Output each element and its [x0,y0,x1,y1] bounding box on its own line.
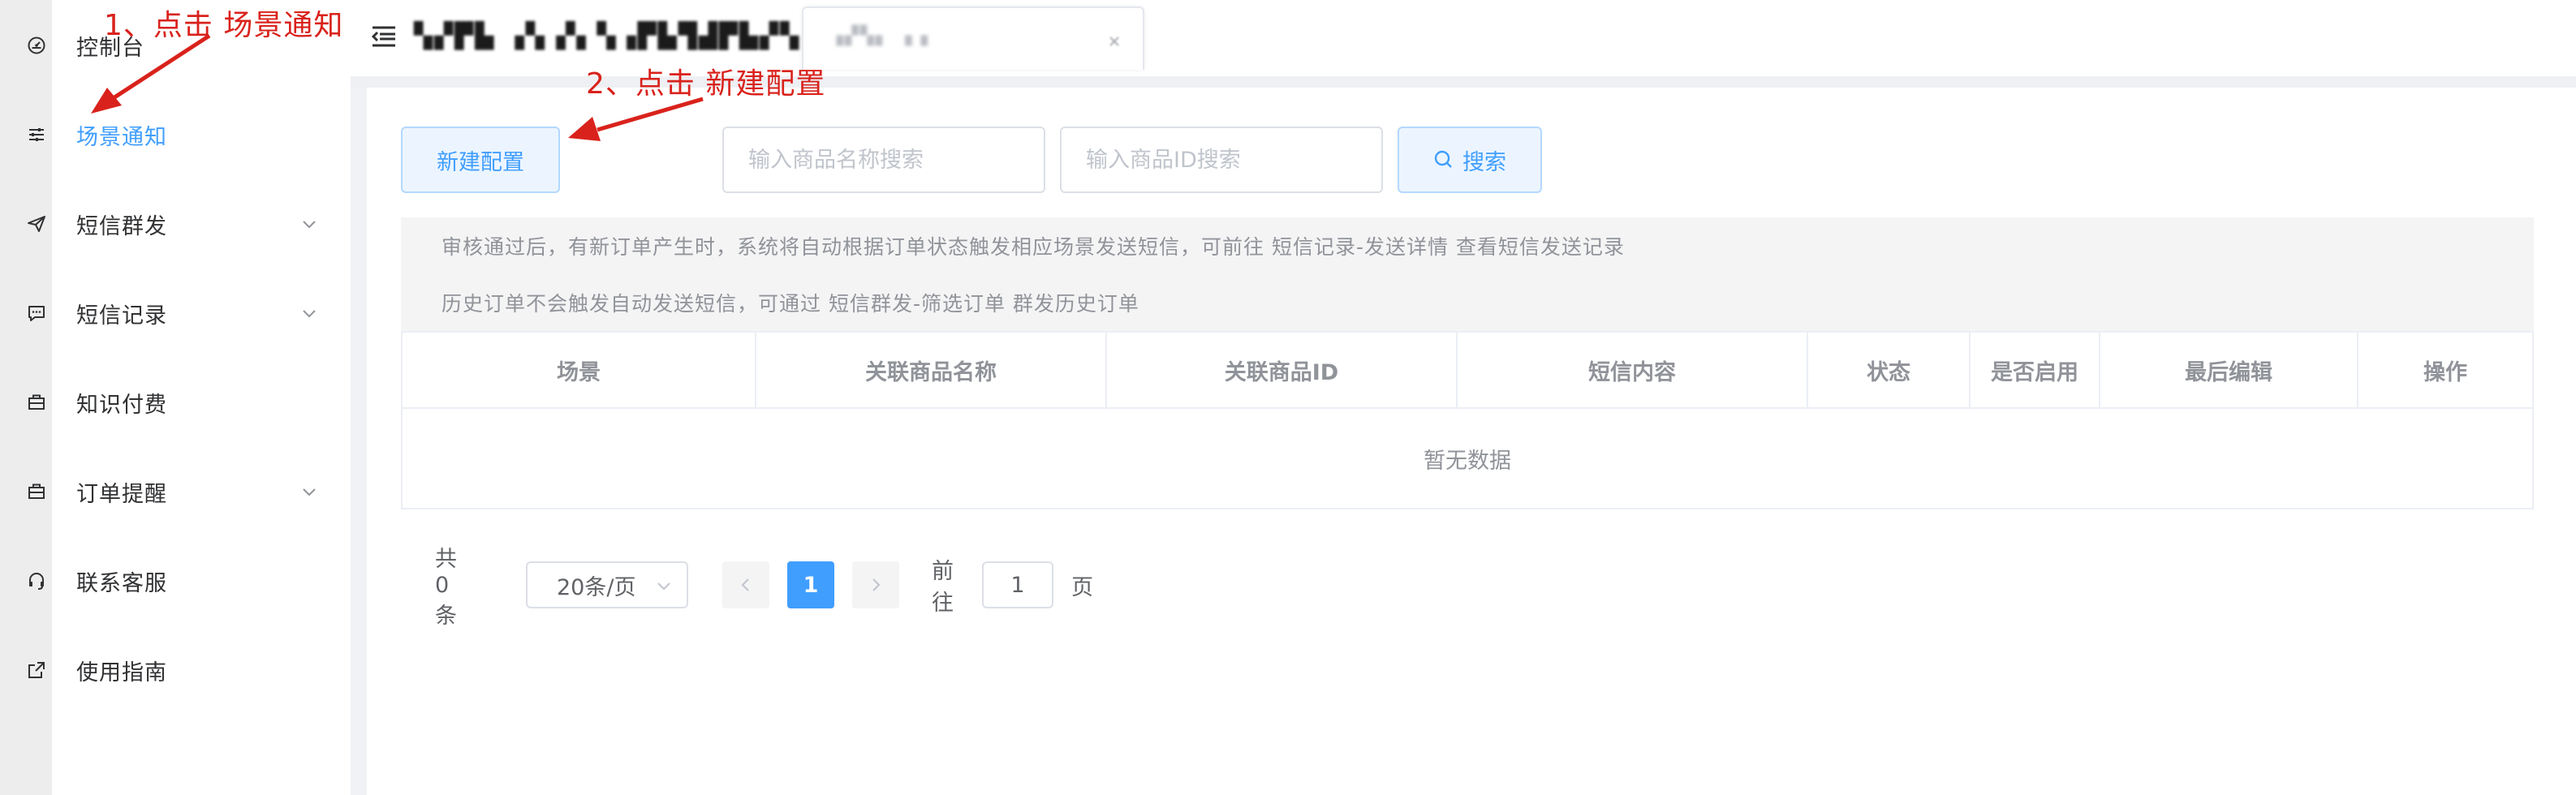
chevron-down-icon [657,582,670,591]
tab-redacted[interactable]: ▗▞▚▖ ▗ ▖ [802,6,1144,70]
sidebar-item-customer-service[interactable]: 联系客服 [29,548,351,613]
column-header: 关联商品ID [1107,333,1458,407]
goto-label: 前往 [932,559,954,616]
briefcase-icon [24,479,49,504]
external-link-icon [24,658,49,682]
notice-review-text: 审核通过后，有新订单产生时，系统将自动根据订单状态触发相应场景发送短信，可前往 … [401,217,2534,274]
next-page-button[interactable] [852,561,899,608]
sidebar-item-label: 使用指南 [76,660,167,685]
page-suffix-label: 页 [1071,574,1093,600]
page-number-current[interactable]: 1 [787,561,834,608]
annotation-step-1: 1、点击 场景通知 [104,9,344,42]
column-header: 短信内容 [1458,333,1808,407]
send-icon [24,212,49,236]
page-size-value: 20条/页 [557,574,636,600]
search-button-label: 搜索 [1462,149,1506,175]
menu-fold-icon[interactable] [370,23,398,50]
close-icon[interactable] [1109,36,1120,47]
column-header: 场景 [403,333,756,407]
column-header: 操作 [2423,359,2467,385]
chevron-down-icon [303,488,316,496]
search-button[interactable]: 搜索 [1398,127,1542,193]
sidebar-item-label: 订单提醒 [76,481,167,507]
product-name-search-input[interactable] [722,127,1045,193]
sidebar-item-label: 场景通知 [76,124,167,150]
sidebar-item-label: 联系客服 [76,570,167,596]
main-content: 新建配置 搜索 审核通过后，有新订单产生时，系统将自动根据订单状态触发相应场景发… [367,88,2576,795]
chevron-down-icon [303,221,316,229]
new-config-button[interactable]: 新建配置 [401,127,560,193]
pagination-total: 共 0 条 [435,546,457,629]
column-header: 关联商品名称 [756,333,1107,407]
prev-page-button[interactable] [722,561,769,608]
headset-icon [24,569,49,593]
sidebar-item-label: 短信群发 [76,213,167,239]
column-header: 状态 [1808,333,1971,407]
sidebar: 控制台 场景通知 短信群发 短信记录 知识付费 订单提醒 联系客服 使用指南 [28,0,351,795]
annotation-step-2: 2、点击 新建配置 [586,67,826,101]
sidebar-item-user-guide[interactable]: 使用指南 [28,638,351,703]
page-jump-input[interactable]: 1 [982,561,1053,608]
sidebar-item-label: 知识付费 [76,392,167,418]
notice-history-text: 历史订单不会触发自动发送短信，可通过 短信群发-筛选订单 群发历史订单 [401,274,2534,331]
sidebar-item-paid-knowledge[interactable]: 知识付费 [28,370,351,435]
chevron-right-icon [872,578,881,591]
message-icon [24,301,49,325]
page-size-select[interactable]: 20条/页 [526,561,688,608]
app-window: 控制台 场景通知 短信群发 短信记录 知识付费 订单提醒 联系客服 使用指南 ▚… [0,0,2576,795]
briefcase-icon [24,390,49,415]
column-header: 是否启用 [1971,333,2100,407]
sidebar-item-bulk-sms[interactable]: 短信群发 [28,191,351,256]
sidebar-item-label: 短信记录 [76,303,167,329]
product-id-search-input[interactable] [1060,127,1383,193]
sidebar-item-scene-notify[interactable]: 场景通知 [29,102,351,167]
search-icon [1434,150,1452,168]
dashboard-icon [24,33,49,58]
column-header: 最后编辑 [2100,333,2358,407]
config-table: 场景 关联商品名称 关联商品ID 短信内容 状态 是否启用 最后编辑 操作 暂无… [401,331,2534,509]
table-header: 场景 关联商品名称 关联商品ID 短信内容 状态 是否启用 最后编辑 操作 [403,333,2532,409]
sidebar-item-sms-records[interactable]: 短信记录 [28,281,351,346]
table-empty-text: 暂无数据 [1424,448,1511,474]
sidebar-item-order-reminder[interactable]: 订单提醒 [28,459,351,524]
chevron-down-icon [303,310,316,318]
sliders-icon [24,122,49,147]
chevron-left-icon [741,578,749,591]
